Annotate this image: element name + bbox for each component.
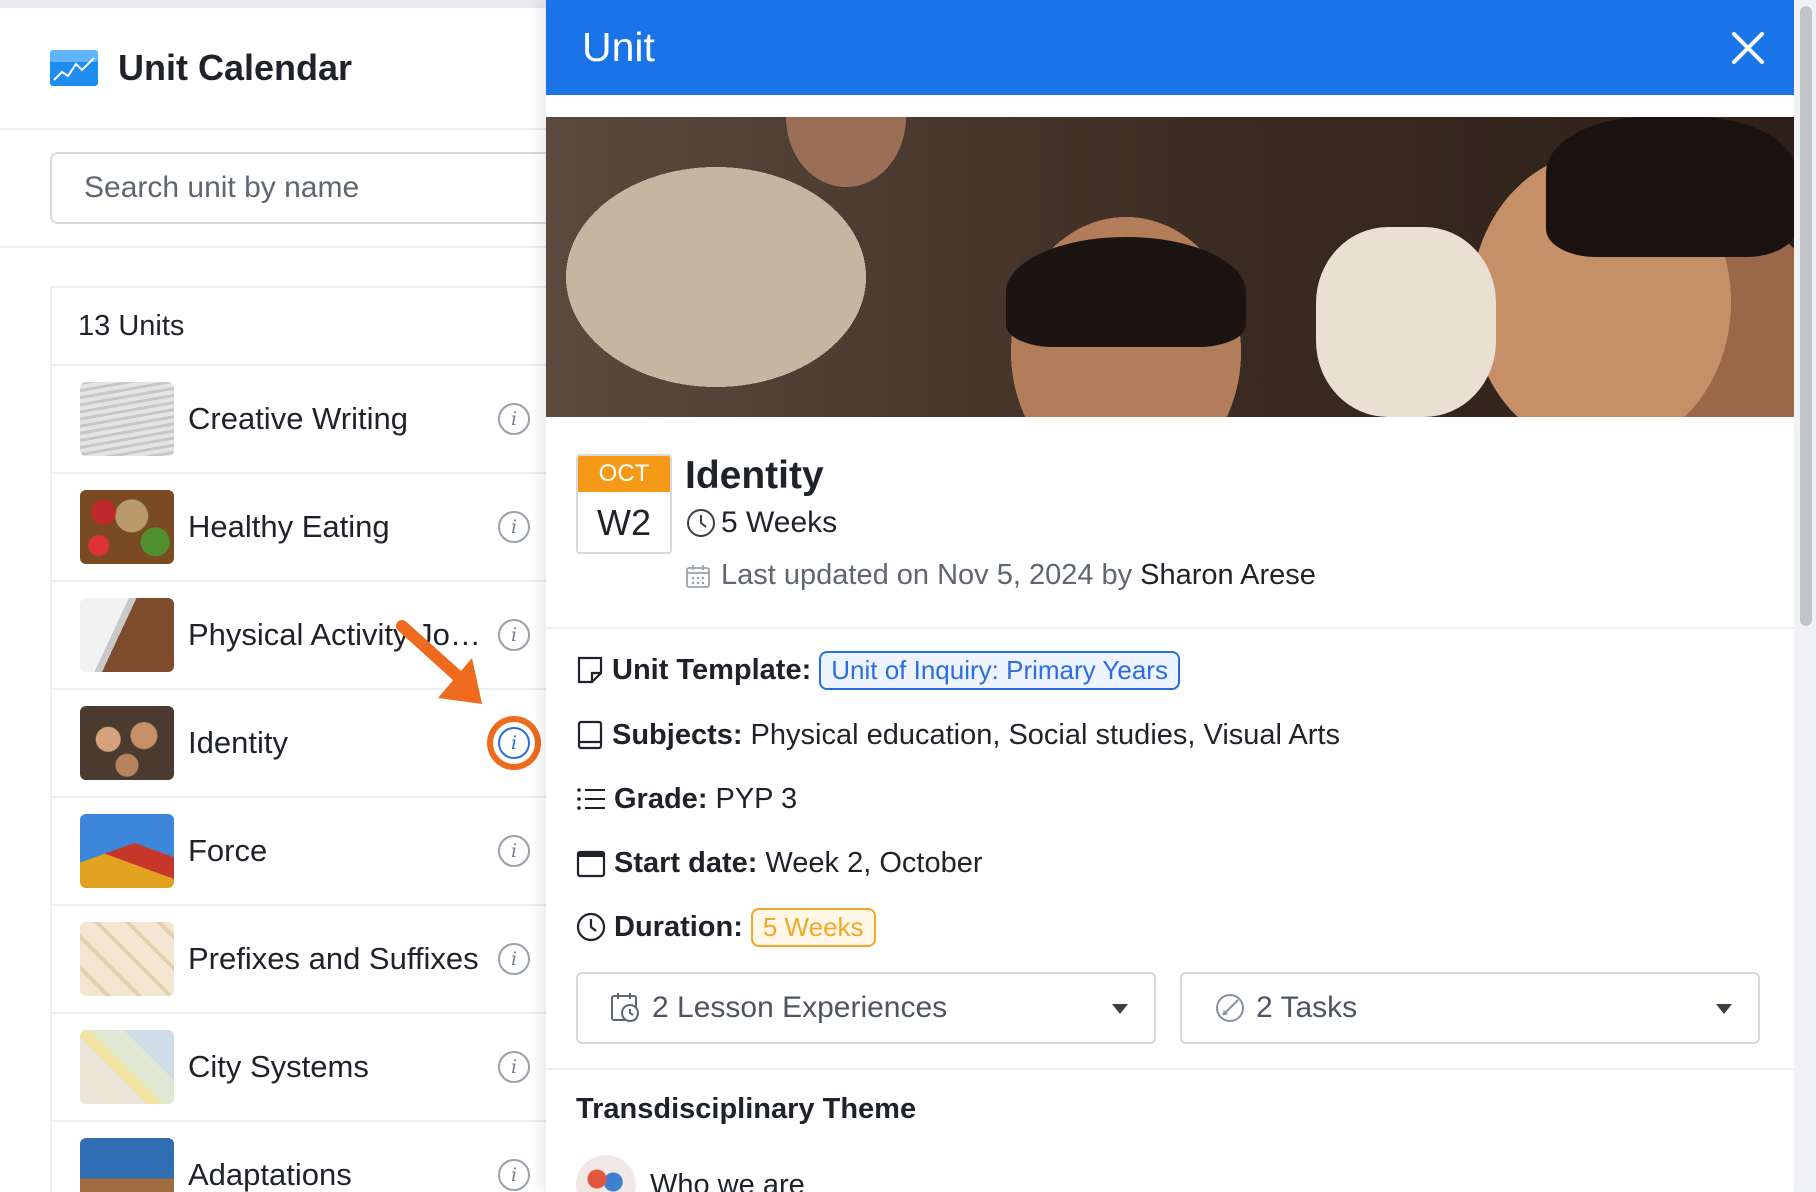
unit-template-chip[interactable]: Unit of Inquiry: Primary Years [819,650,1180,690]
unit-template-row: Unit Template: Unit of Inquiry: Primary … [576,648,1180,692]
unit-name: Creative Writing [188,401,408,436]
clock-icon [687,509,715,537]
scroll-thumb[interactable] [1800,6,1812,626]
info-icon[interactable]: i [498,943,530,975]
panel-title: Unit [582,24,655,70]
tasks-dropdown[interactable]: 2 Tasks [1180,972,1760,1044]
search-unit-input[interactable] [50,152,610,224]
theme-item: Who we are [576,1155,805,1192]
date-month: OCT [578,456,670,492]
grade-value: PYP 3 [715,782,798,815]
unit-name: City Systems [188,1049,369,1084]
unit-thumbnail [80,814,174,888]
unit-cover-image [546,117,1794,417]
unit-weeks-text: 5 Weeks [721,506,838,539]
unit-thumbnail [80,706,174,780]
template-icon [577,656,603,684]
unit-name: Physical Activity Journal [188,617,498,652]
grade-label: Grade: [614,782,708,815]
book-icon [577,720,603,750]
duration-label: Duration: [614,910,743,943]
info-icon-active[interactable]: i [498,727,530,759]
start-date-label: Start date: [614,846,758,879]
unit-count: 13 Units [52,288,610,366]
unit-thumbnail [80,382,174,456]
sidebar-header: Unit Calendar [0,8,560,130]
unit-thumbnail [80,1030,174,1104]
divider [546,627,1794,629]
theme-label: Who we are [650,1168,805,1192]
info-icon[interactable]: i [498,1159,530,1191]
unit-thumbnail [80,490,174,564]
unit-row-physical-activity-journal[interactable]: Physical Activity Journal i [52,582,610,690]
info-icon[interactable]: i [498,619,530,651]
calendar-icon [576,850,606,878]
sidebar-title: Unit Calendar [118,47,353,88]
tasks-label: 2 Tasks [1256,991,1358,1024]
last-updated-text: Last updated on Nov 5, 2024 by [721,559,1133,591]
hands-icon [576,1155,636,1192]
unit-row-prefixes-and-suffixes[interactable]: Prefixes and Suffixes i [52,906,610,1014]
chevron-down-icon [1716,1004,1732,1014]
unit-name: Identity [188,725,288,760]
subjects-value: Physical education, Social studies, Visu… [750,718,1340,751]
page-scrollbar[interactable] [1796,0,1816,1192]
panel-header: Unit [546,0,1794,95]
unit-thumbnail [80,922,174,996]
unit-weeks: 5 Weeks [685,506,837,540]
date-week: W2 [597,502,651,543]
calendar-clock-icon [611,993,639,1022]
info-icon[interactable]: i [498,403,530,435]
subjects-label: Subjects: [612,718,743,751]
updated-by: Sharon Arese [1140,559,1316,591]
subjects-row: Subjects: Physical education, Social stu… [576,713,1340,757]
unit-row-creative-writing[interactable]: Creative Writing i [52,366,610,474]
unit-name: Adaptations [188,1157,352,1192]
unit-name: Prefixes and Suffixes [188,941,479,976]
start-date-row: Start date: Week 2, October [576,841,982,885]
unit-summary: OCT W2 Identity 5 Weeks Last updated on … [576,454,1766,628]
start-date-value: Week 2, October [765,846,983,879]
info-icon[interactable]: i [498,1051,530,1083]
chart-logo-icon [50,50,98,86]
chevron-down-icon [1112,1004,1128,1014]
info-icon[interactable]: i [498,511,530,543]
calendar-small-icon [686,564,710,588]
transdisciplinary-theme-heading: Transdisciplinary Theme [576,1093,917,1125]
unit-title: Identity [685,454,824,497]
info-icon[interactable]: i [498,835,530,867]
pencil-circle-icon [1216,994,1244,1022]
lesson-experiences-dropdown[interactable]: 2 Lesson Experiences [576,972,1156,1044]
unit-row-city-systems[interactable]: City Systems i [52,1014,610,1122]
list-icon [577,788,605,810]
unit-detail-panel: Unit OCT W2 Identity 5 Weeks Last update… [546,0,1794,1192]
unit-name: Healthy Eating [188,509,390,544]
unit-thumbnail [80,1138,174,1192]
close-icon[interactable] [1726,26,1770,70]
unit-template-label: Unit Template: [612,653,812,686]
unit-row-force[interactable]: Force i [52,798,610,906]
duration-row: Duration: 5 Weeks [576,905,876,949]
search-section [0,130,610,248]
duration-chip: 5 Weeks [750,907,876,947]
clock-icon [576,912,606,942]
unit-calendar-sidebar: Unit Calendar 13 Units Creative Writing … [0,0,610,1192]
divider [546,1068,1794,1070]
unit-list: 13 Units Creative Writing i Healthy Eati… [50,286,610,1192]
date-badge: OCT W2 [576,454,672,554]
unit-row-adaptations[interactable]: Adaptations i [52,1122,610,1192]
unit-row-healthy-eating[interactable]: Healthy Eating i [52,474,610,582]
unit-name: Force [188,833,268,868]
lesson-experiences-label: 2 Lesson Experiences [652,991,948,1024]
last-updated: Last updated on Nov 5, 2024 by Sharon Ar… [685,559,1316,592]
grade-row: Grade: PYP 3 [576,777,797,821]
unit-thumbnail [80,598,174,672]
unit-row-identity[interactable]: Identity i [52,690,610,798]
